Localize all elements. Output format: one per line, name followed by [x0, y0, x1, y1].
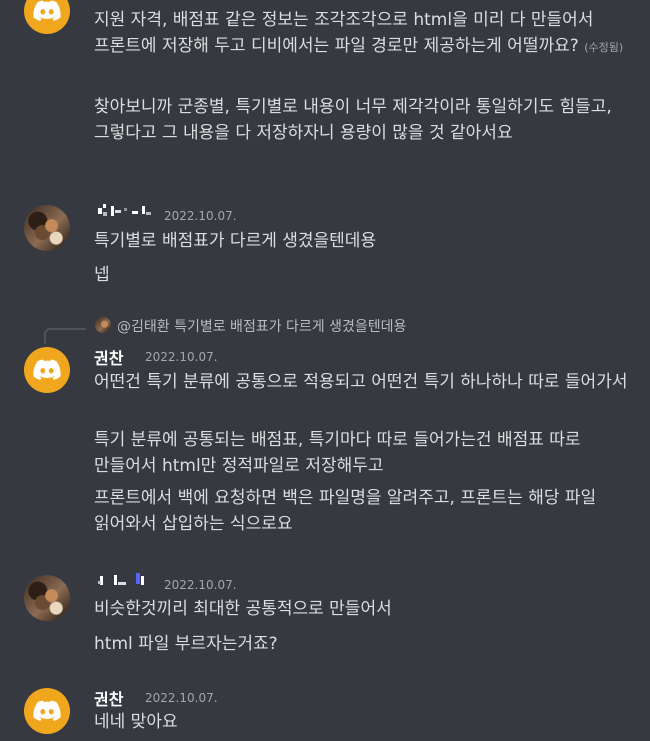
- message-text: 지원 자격, 배점표 같은 정보는 조각조각으로 html을 미리 다 만들어서…: [94, 10, 624, 56]
- avatar-user[interactable]: [24, 205, 70, 251]
- avatar-discord[interactable]: [24, 688, 70, 734]
- reply-preview[interactable]: @김태환 특기별로 배점표가 다르게 생겼을텐데용: [117, 316, 406, 336]
- username[interactable]: 권찬: [94, 345, 123, 369]
- reply-connector: [44, 328, 86, 344]
- message-text: 넵: [94, 265, 110, 285]
- message-text: 찾아보니까 군종별, 특기별로 내용이 너무 제각각이라 통일하기도 힘들고, …: [94, 97, 612, 143]
- message-timestamp[interactable]: 2022.10.07.: [145, 691, 218, 705]
- edited-label: (수정됨): [584, 41, 624, 54]
- avatar-discord[interactable]: [24, 0, 70, 34]
- message-timestamp[interactable]: 2022.10.07.: [145, 350, 218, 364]
- avatar-discord[interactable]: [24, 347, 70, 393]
- message-text: 특기별로 배점표가 다르게 생겼을텐데용: [94, 231, 377, 251]
- message-timestamp[interactable]: 2022.10.07.: [164, 209, 237, 223]
- username-pixelated[interactable]: [98, 204, 154, 218]
- discord-logo-icon: [33, 700, 61, 721]
- discord-logo-icon: [33, 0, 61, 21]
- message-text: 어떤건 특기 분류에 공통으로 적용되고 어떤건 특기 하나하나 따로 들어가서: [94, 372, 628, 392]
- discord-logo-icon: [33, 359, 61, 380]
- avatar-user[interactable]: [24, 575, 70, 621]
- username-pixelated[interactable]: [98, 573, 154, 587]
- message-text: 특기 분류에 공통되는 배점표, 특기마다 따로 들어가는건 배점표 따로 만들…: [94, 430, 581, 476]
- message-text: html 파일 부르자는거죠?: [94, 634, 278, 654]
- message-timestamp[interactable]: 2022.10.07.: [164, 578, 237, 592]
- message-text: 네네 맞아요: [94, 712, 178, 732]
- reply-avatar[interactable]: [95, 317, 111, 333]
- message-text: 프론트에서 백에 요청하면 백은 파일명을 알려주고, 프론트는 해당 파일 읽…: [94, 488, 597, 534]
- message-text: 비슷한것끼리 최대한 공통적으로 만들어서: [94, 599, 392, 619]
- username[interactable]: 권찬: [94, 686, 123, 710]
